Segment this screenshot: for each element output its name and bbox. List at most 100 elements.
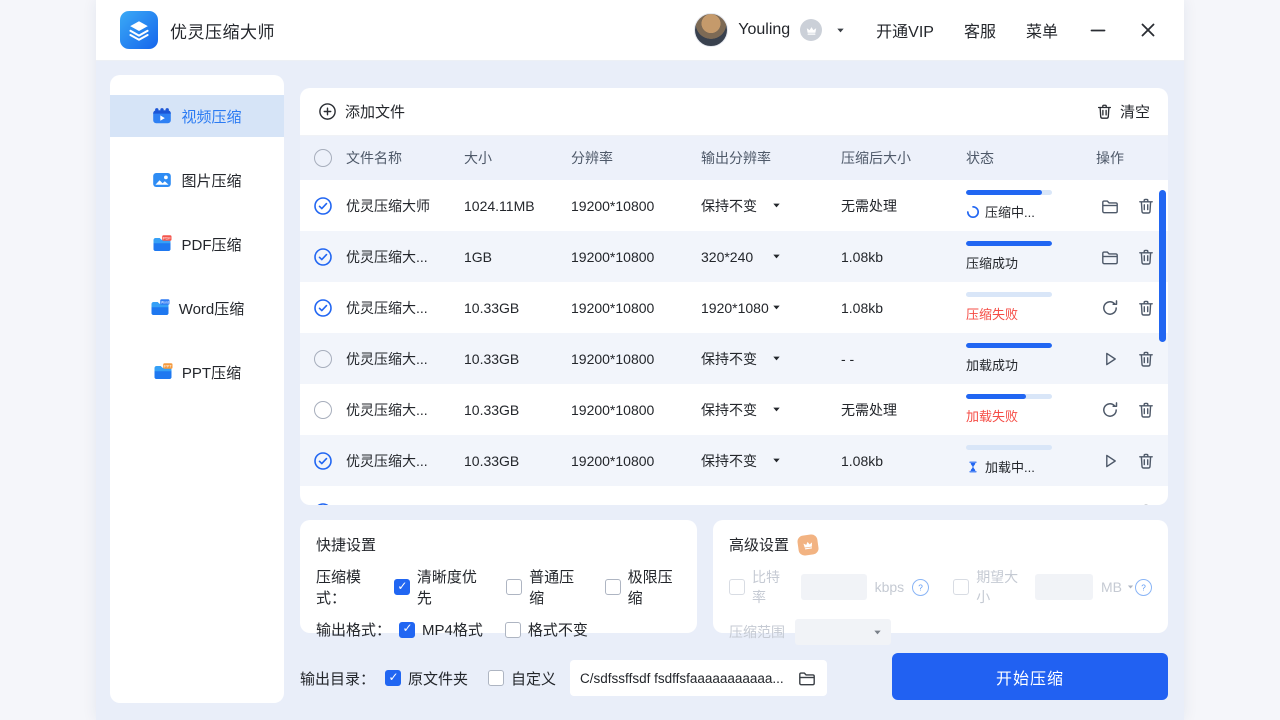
checkbox-label: 清晰度优先 — [416, 569, 477, 607]
open-folder-button[interactable] — [1100, 196, 1120, 216]
progress-bar — [966, 394, 1052, 399]
file-size: 10.33GB — [464, 350, 520, 367]
output-resolution-dropdown[interactable]: 保持不变 — [701, 400, 841, 420]
sidebar-item-word[interactable]: Word压缩 — [110, 287, 284, 329]
expected-size-label: 期望大小 — [976, 569, 1019, 605]
checkbox[interactable] — [504, 621, 521, 638]
bitrate-help-icon[interactable] — [912, 578, 930, 596]
file-name: 优灵压缩大... — [346, 248, 428, 265]
support-button[interactable]: 客服 — [964, 18, 996, 42]
advanced-settings-title: 高级设置 — [729, 537, 790, 554]
checkbox[interactable] — [488, 670, 505, 686]
checkbox-option[interactable]: MP4格式 — [399, 619, 483, 640]
file-resolution: 19200*10800 — [571, 350, 655, 367]
scrollbar-thumb[interactable] — [1159, 190, 1166, 342]
vip-level-badge — [800, 19, 823, 41]
output-path-input[interactable] — [580, 670, 792, 686]
checkbox[interactable] — [604, 579, 621, 595]
sidebar-item-ppt[interactable]: PPT压缩 — [110, 351, 284, 393]
file-size: 10.33GB — [464, 452, 520, 469]
retry-button[interactable] — [1100, 400, 1120, 420]
open-folder-button[interactable] — [1100, 247, 1120, 267]
add-file-button[interactable]: 添加文件 — [318, 101, 405, 122]
output-resolution-dropdown[interactable]: 1920*1080 — [701, 300, 841, 316]
table-row: 优灵压缩大... 10.33GB 19200*10800 保持不变 - - 加载… — [300, 333, 1168, 384]
quick-settings-panel: 快捷设置 压缩模式： 清晰度优先 普通压缩 极限压缩 输出格式： MP4格式 格… — [300, 520, 697, 639]
sidebar-item-video[interactable]: 视频压缩 — [110, 95, 284, 137]
output-resolution-dropdown[interactable]: 保持不变 — [701, 349, 841, 369]
expected-size-unit: MB — [1100, 579, 1122, 595]
bitrate-input[interactable] — [800, 574, 867, 600]
layers-icon — [127, 18, 151, 42]
row-checkbox[interactable] — [314, 349, 332, 368]
clear-all-button[interactable]: 清空 — [1095, 101, 1150, 122]
checkbox-option[interactable]: 格式不变 — [504, 619, 588, 640]
caret-down-icon[interactable] — [835, 25, 846, 36]
open-vip-button[interactable]: 开通VIP — [876, 18, 934, 42]
caret-down-icon — [771, 200, 782, 211]
browse-folder-button[interactable] — [797, 668, 817, 688]
header-output-resolution: 输出分辨率 — [701, 150, 771, 166]
checkbox-option[interactable]: 极限压缩 — [604, 566, 681, 608]
checkbox[interactable] — [393, 579, 410, 595]
expected-size-help-icon[interactable] — [1135, 578, 1152, 596]
row-checkbox[interactable] — [314, 502, 332, 505]
output-resolution-dropdown[interactable]: 保持不变 — [701, 451, 841, 471]
sidebar-item-label: 视频压缩 — [181, 108, 242, 126]
advanced-row-2: 压缩范围 — [729, 619, 1152, 645]
bitrate-checkbox[interactable] — [729, 579, 745, 595]
select-all-checkbox[interactable] — [314, 149, 332, 167]
file-size: 1GB — [464, 248, 493, 265]
image-compress-icon — [152, 170, 172, 190]
retry-button[interactable] — [1100, 298, 1120, 318]
file-table-card: 添加文件 清空 文件名称 大小 分辨率 输出分辨率 压缩后大小 状态 操作 优灵… — [300, 88, 1168, 505]
checkbox-label: 普通压缩 — [529, 569, 575, 607]
menu-button[interactable]: 菜单 — [1026, 18, 1058, 42]
output-resolution-dropdown[interactable]: 保持不变 — [701, 196, 841, 216]
open-folder-button[interactable] — [1100, 502, 1120, 506]
delete-button[interactable] — [1136, 349, 1156, 369]
range-select[interactable] — [795, 619, 891, 645]
file-resolution: 19200*10800 — [571, 452, 655, 469]
sidebar-item-pdf[interactable]: PDF压缩 — [110, 223, 284, 265]
output-resolution-value: 保持不变 — [701, 401, 757, 418]
close-button[interactable] — [1138, 20, 1158, 40]
clear-all-label: 清空 — [1119, 104, 1150, 121]
start-compress-button[interactable]: 开始压缩 — [892, 653, 1168, 700]
play-button[interactable] — [1100, 451, 1120, 471]
checkbox[interactable] — [385, 670, 402, 686]
header-size: 大小 — [464, 150, 492, 166]
delete-button[interactable] — [1136, 451, 1156, 471]
sidebar-item-label: 图片压缩 — [181, 172, 242, 190]
delete-button[interactable] — [1136, 400, 1156, 420]
checkbox-option[interactable]: 自定义 — [488, 668, 556, 689]
unit-caret-down-icon[interactable] — [1126, 582, 1135, 592]
output-resolution-value: 保持不变 — [701, 350, 757, 367]
output-resolution-value: 1920*1080 — [701, 299, 769, 316]
row-checkbox[interactable] — [314, 196, 332, 214]
checkbox[interactable] — [506, 579, 523, 595]
checkbox-option[interactable]: 清晰度优先 — [393, 566, 484, 608]
row-checkbox[interactable] — [314, 451, 332, 469]
minimize-button[interactable] — [1088, 20, 1108, 40]
delete-button[interactable] — [1136, 247, 1156, 267]
delete-button[interactable] — [1136, 196, 1156, 216]
delete-button[interactable] — [1136, 502, 1156, 506]
bitrate-unit: kbps — [874, 579, 905, 595]
checkbox[interactable] — [399, 621, 416, 638]
checkbox-option[interactable]: 原文件夹 — [385, 668, 468, 689]
sidebar-item-image[interactable]: 图片压缩 — [110, 159, 284, 201]
row-checkbox[interactable] — [314, 247, 332, 265]
row-checkbox[interactable] — [314, 400, 332, 419]
expected-size-input[interactable] — [1034, 574, 1093, 600]
checkbox-option[interactable]: 普通压缩 — [506, 566, 582, 608]
play-button[interactable] — [1100, 349, 1120, 369]
quick-settings-row: 压缩模式： 清晰度优先 普通压缩 极限压缩 — [316, 566, 681, 608]
output-resolution-dropdown[interactable]: 320*240 — [701, 249, 841, 265]
add-file-label: 添加文件 — [345, 104, 406, 121]
delete-button[interactable] — [1136, 298, 1156, 318]
status-text: 加载失败 — [966, 409, 1019, 424]
expected-size-checkbox[interactable] — [953, 579, 970, 595]
user-avatar[interactable] — [694, 13, 729, 47]
row-checkbox[interactable] — [314, 298, 332, 316]
